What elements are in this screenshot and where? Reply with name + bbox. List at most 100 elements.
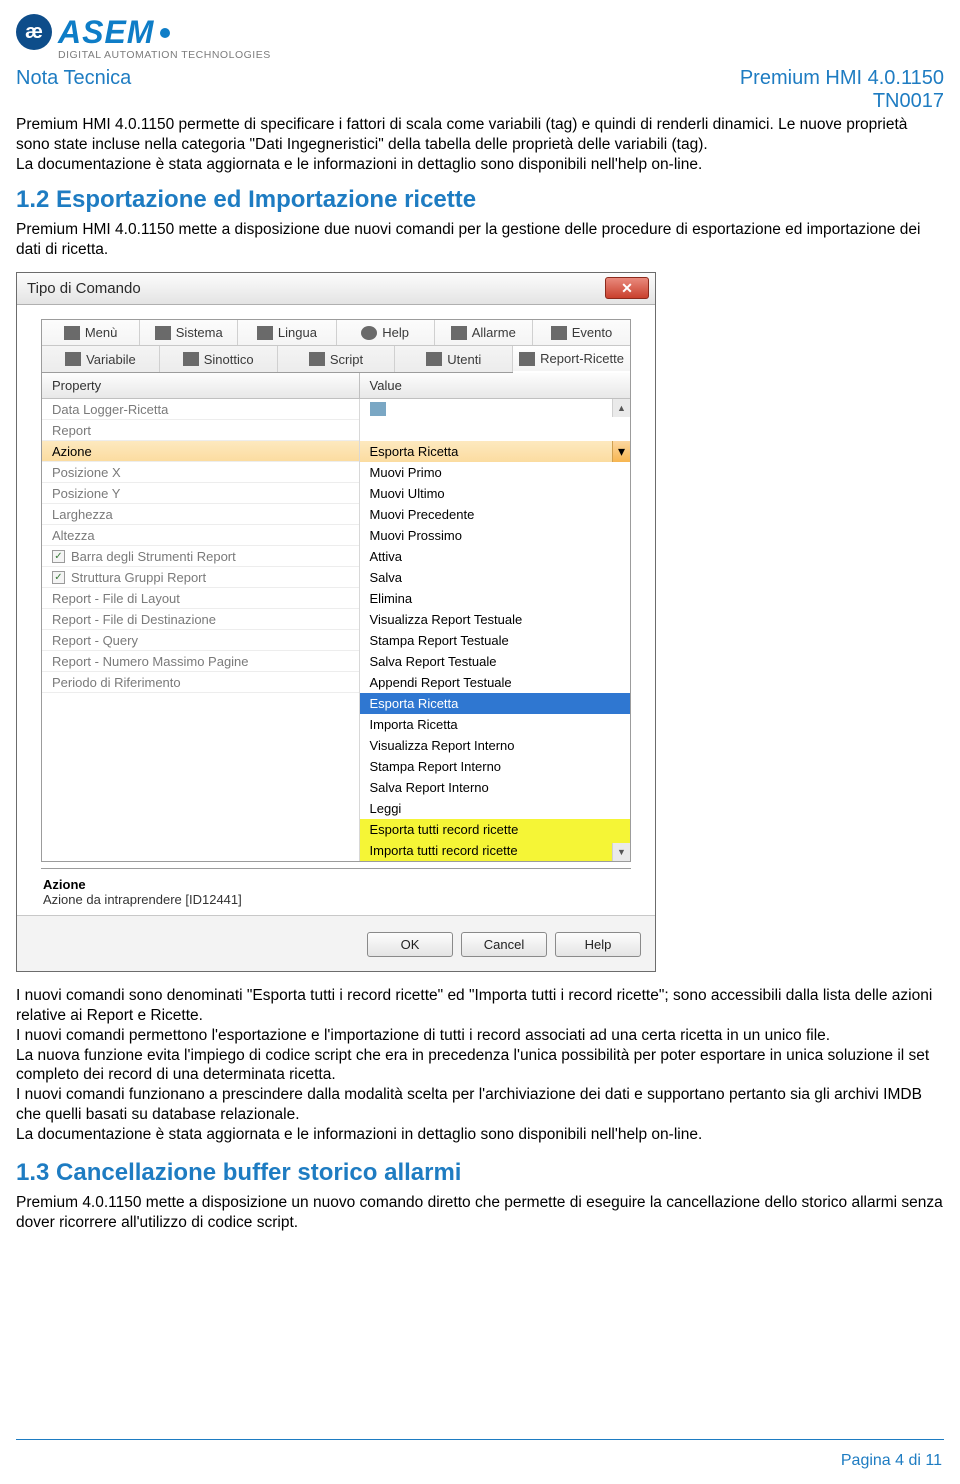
logo: æ ASEM DIGITAL AUTOMATION TECHNOLOGIES <box>16 14 944 61</box>
dropdown-option[interactable]: Salva Report Interno <box>360 777 630 798</box>
info-title: Azione <box>43 877 629 892</box>
tab-utenti[interactable]: Utenti <box>395 346 513 372</box>
tab-lingua[interactable]: Lingua <box>238 320 336 345</box>
close-button[interactable]: ✕ <box>605 277 649 299</box>
script-icon <box>309 352 325 366</box>
tab-report-ricette[interactable]: Report-Ricette <box>513 346 630 373</box>
section-heading-1-3: 1.3 Cancellazione buffer storico allarmi <box>16 1159 944 1187</box>
dropdown-option[interactable]: Attiva <box>360 546 630 567</box>
property-row[interactable]: Report <box>42 420 359 441</box>
tab-strip: Menù Sistema Lingua Help Allarme Evento … <box>41 319 631 372</box>
footer-rule <box>16 1439 944 1440</box>
tab-evento[interactable]: Evento <box>533 320 630 345</box>
tab-menu[interactable]: Menù <box>42 320 140 345</box>
doc-code: TN0017 <box>740 90 944 113</box>
value-row[interactable] <box>360 420 630 441</box>
property-row[interactable]: Report - File di Destinazione <box>42 609 359 630</box>
tab-sinottico[interactable]: Sinottico <box>160 346 278 372</box>
dropdown-option[interactable]: Visualizza Report Interno <box>360 735 630 756</box>
dropdown-option[interactable]: Visualizza Report Testuale <box>360 609 630 630</box>
value-row[interactable] <box>360 399 630 420</box>
paragraph: Premium HMI 4.0.1150 permette di specifi… <box>16 115 944 174</box>
paragraph: Premium HMI 4.0.1150 mette a disposizion… <box>16 220 944 260</box>
info-desc: Azione da intraprendere [ID12441] <box>43 892 629 907</box>
dropdown-option[interactable]: Salva Report Testuale <box>360 651 630 672</box>
column-value: Value <box>360 373 630 398</box>
property-label: Report <box>52 422 91 439</box>
dropdown-option[interactable]: Salva <box>360 567 630 588</box>
dropdown-option[interactable]: Stampa Report Interno <box>360 756 630 777</box>
property-label: Barra degli Strumenti Report <box>71 548 236 565</box>
scroll-down-button[interactable]: ▼ <box>612 843 630 861</box>
column-property: Property <box>42 373 360 398</box>
logo-name: ASEM <box>58 14 271 51</box>
property-label: Posizione X <box>52 464 121 481</box>
logo-tagline: DIGITAL AUTOMATION TECHNOLOGIES <box>58 49 271 61</box>
dropdown-option[interactable]: Elimina <box>360 588 630 609</box>
dropdown-option[interactable]: Muovi Primo <box>360 462 630 483</box>
paragraph: I nuovi comandi sono denominati "Esporta… <box>16 986 944 1145</box>
checkbox[interactable]: ✓ <box>52 571 65 584</box>
dropdown-option[interactable]: Esporta tutti record ricette <box>360 819 630 840</box>
dialog-title: Tipo di Comando <box>17 273 655 305</box>
property-row[interactable]: Report - Numero Massimo Pagine <box>42 651 359 672</box>
property-label: Report - Query <box>52 632 138 649</box>
event-icon <box>551 326 567 340</box>
dropdown-option[interactable]: Muovi Prossimo <box>360 525 630 546</box>
ok-button[interactable]: OK <box>367 932 453 957</box>
command-type-dialog: Tipo di Comando ✕ Menù Sistema Lingua He… <box>16 272 656 972</box>
property-label: Larghezza <box>52 506 113 523</box>
property-row[interactable]: Larghezza <box>42 504 359 525</box>
cancel-button[interactable]: Cancel <box>461 932 547 957</box>
checkbox[interactable]: ✓ <box>52 550 65 563</box>
report-icon <box>519 352 535 366</box>
tab-help[interactable]: Help <box>337 320 435 345</box>
doc-type: Nota Tecnica <box>16 67 131 113</box>
property-label: Report - File di Destinazione <box>52 611 216 628</box>
property-label: Periodo di Riferimento <box>52 674 181 691</box>
property-label: Data Logger-Ricetta <box>52 401 168 418</box>
property-row[interactable]: Altezza <box>42 525 359 546</box>
property-row[interactable]: Azione <box>42 441 359 462</box>
help-icon <box>361 326 377 340</box>
property-label: Altezza <box>52 527 95 544</box>
users-icon <box>426 352 442 366</box>
menu-icon <box>64 326 80 340</box>
scroll-up-button[interactable]: ▲ <box>612 399 630 417</box>
property-row[interactable]: ✓ Barra degli Strumenti Report <box>42 546 359 567</box>
close-icon: ✕ <box>621 280 633 297</box>
dropdown-option[interactable]: Muovi Ultimo <box>360 483 630 504</box>
property-row[interactable]: Data Logger-Ricetta <box>42 399 359 420</box>
dropdown-option[interactable]: Esporta Ricetta <box>360 693 630 714</box>
property-row[interactable]: Posizione X <box>42 462 359 483</box>
datalogger-icon <box>370 402 386 416</box>
tab-variabile[interactable]: Variabile <box>42 346 160 372</box>
property-row[interactable]: Report - File di Layout <box>42 588 359 609</box>
dropdown-option[interactable]: Stampa Report Testuale <box>360 630 630 651</box>
page-number: Pagina 4 di 11 <box>841 1452 942 1470</box>
dropdown-arrow-icon[interactable]: ▾ <box>612 441 630 462</box>
property-row[interactable]: Report - Query <box>42 630 359 651</box>
dropdown-option[interactable]: Importa tutti record ricette <box>360 840 630 861</box>
property-grid: Property Value Data Logger-Ricetta Report… <box>41 372 631 862</box>
azione-value[interactable]: Esporta Ricetta <box>360 441 630 462</box>
logo-dot-icon <box>160 28 170 38</box>
tab-allarme[interactable]: Allarme <box>435 320 533 345</box>
property-row[interactable]: Periodo di Riferimento <box>42 672 359 693</box>
property-row[interactable]: ✓Struttura Gruppi Report <box>42 567 359 588</box>
dropdown-option[interactable]: Muovi Precedente <box>360 504 630 525</box>
tab-sistema[interactable]: Sistema <box>140 320 238 345</box>
property-label: Azione <box>52 443 92 460</box>
dropdown-option[interactable]: Importa Ricetta <box>360 714 630 735</box>
dropdown-option[interactable]: Leggi <box>360 798 630 819</box>
property-label: Posizione Y <box>52 485 120 502</box>
property-label: Report - Numero Massimo Pagine <box>52 653 249 670</box>
help-button[interactable]: Help <box>555 932 641 957</box>
system-icon <box>155 326 171 340</box>
variable-icon <box>65 352 81 366</box>
property-row[interactable]: Posizione Y <box>42 483 359 504</box>
alarm-icon <box>451 326 467 340</box>
tab-script[interactable]: Script <box>278 346 396 372</box>
dropdown-option[interactable]: Appendi Report Testuale <box>360 672 630 693</box>
language-icon <box>257 326 273 340</box>
